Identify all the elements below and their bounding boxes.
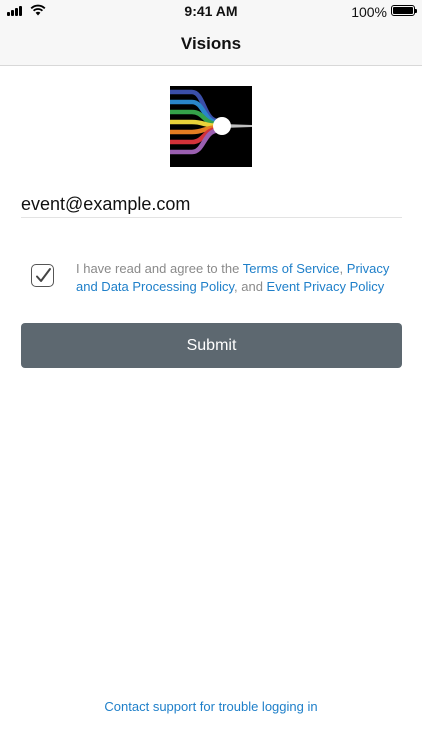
agreement-text: I have read and agree to the Terms of Se… bbox=[76, 260, 406, 296]
agreement-separator-and: , and bbox=[234, 279, 267, 294]
contact-support-link[interactable]: Contact support for trouble logging in bbox=[0, 699, 422, 714]
visions-logo-graphic bbox=[170, 86, 252, 167]
page-title: Visions bbox=[180, 34, 242, 53]
visions-logo bbox=[170, 86, 252, 167]
agreement-checkbox[interactable] bbox=[31, 264, 54, 287]
terms-of-service-link[interactable]: Terms of Service bbox=[243, 261, 340, 276]
event-privacy-policy-link[interactable]: Event Privacy Policy bbox=[267, 279, 385, 294]
agreement-prefix: I have read and agree to the bbox=[76, 261, 243, 276]
navigation-bar: Visions bbox=[0, 22, 422, 66]
agreement-separator: , bbox=[339, 261, 347, 276]
submit-button[interactable]: Submit bbox=[21, 323, 402, 368]
battery-percentage: 100% bbox=[351, 4, 387, 20]
email-field[interactable] bbox=[21, 192, 402, 218]
battery-fill bbox=[393, 7, 413, 14]
battery-icon bbox=[391, 5, 417, 16]
status-bar: 9:41 AM 100% bbox=[0, 0, 422, 22]
checkmark-icon bbox=[36, 268, 51, 282]
